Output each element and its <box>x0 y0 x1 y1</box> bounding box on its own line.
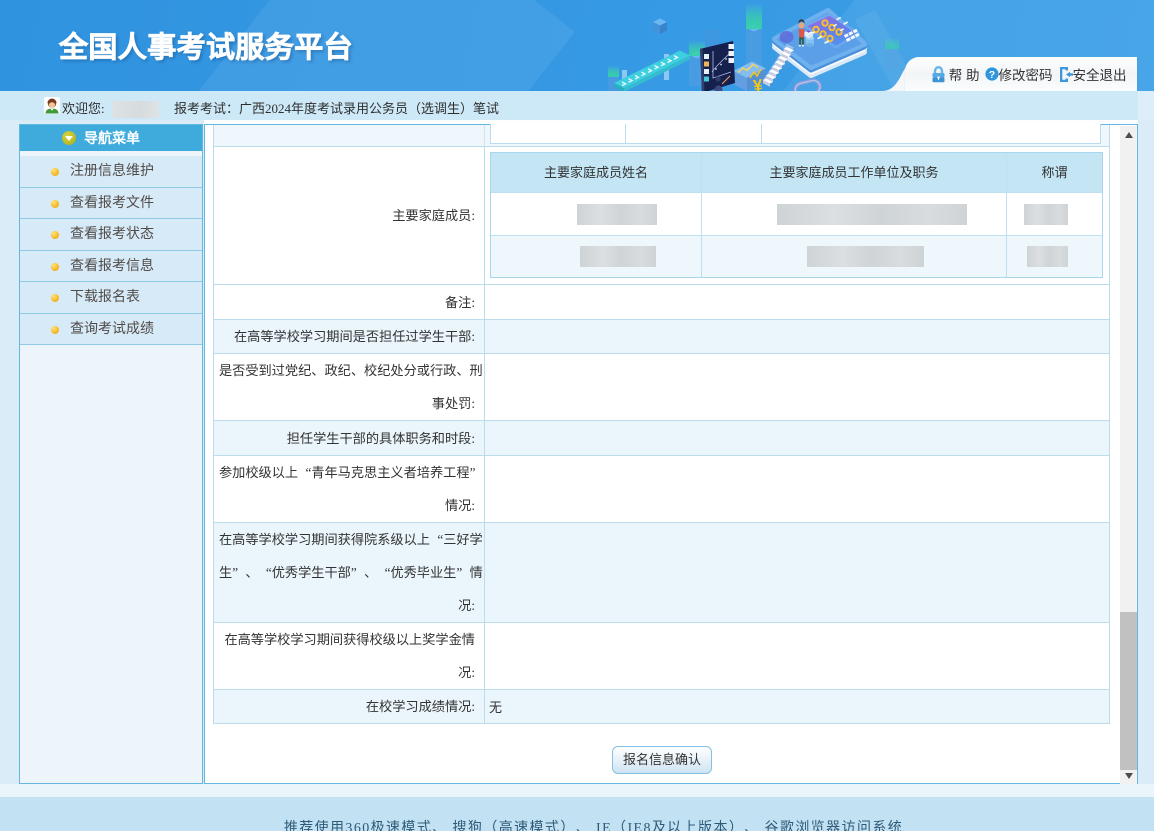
svg-text:?: ? <box>988 69 994 81</box>
